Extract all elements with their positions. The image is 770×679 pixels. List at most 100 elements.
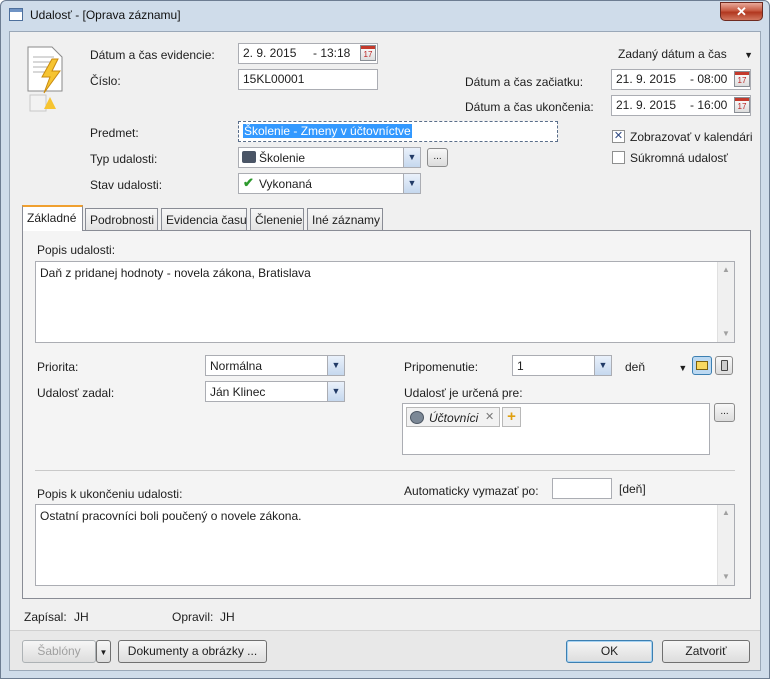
show-in-calendar-label: Zobrazovať v kalendári [630, 130, 753, 144]
recipient-name: Účtovníci [429, 411, 479, 425]
edited-by-label: Opravil: [172, 610, 214, 624]
subject-value: Školenie - Zmeny v účtovníctve [243, 124, 412, 138]
remove-icon[interactable]: ✕ [485, 410, 494, 423]
tab-podrobnosti[interactable]: Podrobnosti [85, 208, 158, 230]
evidence-date-value: 2. 9. 2015 [243, 46, 297, 60]
subject-field[interactable]: Školenie - Zmeny v účtovníctve [238, 121, 558, 142]
tab-ine-zaznamy[interactable]: Iné záznamy [307, 208, 383, 230]
event-type-browse-button[interactable]: ... [427, 148, 448, 167]
start-time-value: - 08:00 [690, 72, 728, 86]
description-textarea[interactable]: Daň z pridanej hodnoty - novela zákona, … [35, 261, 735, 343]
auto-delete-label: Automaticky vymazať po: [404, 484, 539, 498]
start-calendar-icon[interactable]: 17 [734, 71, 750, 87]
reminder-label: Pripomenutie: [404, 360, 479, 374]
auto-delete-unit: [deň] [619, 482, 646, 496]
created-by-select[interactable]: Ján Klinec ▼ [205, 381, 345, 402]
chevron-down-icon: ▼ [327, 356, 344, 375]
event-dialog-window: Udalosť - [Oprava záznamu] ✕ Dátum a čas… [0, 0, 770, 679]
description-value: Daň z pridanej hodnoty - novela zákona, … [40, 266, 311, 280]
window-icon [9, 8, 23, 21]
checkmark-icon: ✔ [243, 175, 254, 190]
show-in-calendar-checkbox[interactable]: ✕ [612, 130, 625, 143]
close-dialog-button[interactable]: Zatvoriť [662, 640, 750, 663]
ok-button[interactable]: OK [566, 640, 653, 663]
completion-description-textarea[interactable]: Ostatní pracovníci boli poučený o novele… [35, 504, 735, 586]
end-calendar-icon[interactable]: 17 [734, 97, 750, 113]
edited-by-value: JH [220, 610, 235, 624]
datetime-mode-dropdown[interactable]: Zadaný dátum a čas ▼ [618, 47, 753, 61]
start-datetime-field[interactable]: 21. 9. 2015 - 08:00 [611, 69, 751, 90]
chevron-down-icon: ▼ [678, 363, 688, 373]
priority-label: Priorita: [37, 360, 79, 374]
event-status-value: Vykonaná [259, 177, 312, 191]
close-button[interactable]: ✕ [720, 2, 763, 21]
group-icon [410, 411, 424, 424]
reminder-unit: deň [625, 360, 646, 374]
evidence-datetime-field[interactable]: 2. 9. 2015 - 13:18 [238, 43, 378, 64]
datetime-mode-label: Zadaný dátum a čas [618, 47, 727, 61]
completion-scrollbar[interactable]: ▲ ▼ [717, 505, 734, 585]
add-recipient-button[interactable]: + [502, 407, 521, 427]
scroll-down-icon[interactable]: ▼ [718, 569, 734, 585]
completion-description-value: Ostatní pracovníci boli poučený o novele… [40, 509, 302, 523]
private-event-checkbox[interactable] [612, 151, 625, 164]
event-type-value: Školenie [259, 151, 306, 165]
plus-icon: + [507, 408, 516, 425]
documents-images-button[interactable]: Dokumenty a obrázky ... [118, 640, 267, 663]
end-datetime-label: Dátum a čas ukončenia: [465, 100, 594, 114]
written-by-label: Zapísal: [24, 610, 67, 624]
created-by-label: Udalosť zadal: [37, 386, 115, 400]
end-time-value: - 16:00 [690, 98, 728, 112]
scroll-up-icon[interactable]: ▲ [718, 505, 734, 521]
templates-button[interactable]: Šablóny [22, 640, 96, 663]
reminder-value: 1 [517, 359, 524, 373]
scroll-up-icon[interactable]: ▲ [718, 262, 734, 278]
chevron-down-icon: ▼ [403, 148, 420, 167]
description-label: Popis udalosti: [37, 243, 116, 257]
number-label: Číslo: [90, 74, 121, 88]
training-icon [242, 151, 256, 163]
private-event-label: Súkromná udalosť [630, 151, 728, 165]
evidence-calendar-icon[interactable]: 17 [360, 45, 376, 61]
dialog-client-area: Dátum a čas evidencie: 2. 9. 2015 - 13:1… [9, 31, 761, 671]
chevron-down-icon: ▼ [327, 382, 344, 401]
auto-delete-field[interactable] [552, 478, 612, 499]
reminder-select[interactable]: 1 ▼ [512, 355, 612, 376]
priority-value: Normálna [210, 359, 263, 373]
priority-select[interactable]: Normálna ▼ [205, 355, 345, 376]
mobile-phone-icon [720, 360, 728, 371]
email-reminder-toggle[interactable] [692, 356, 712, 375]
recipient-chip[interactable]: Účtovníci ✕ [406, 407, 500, 427]
phone-reminder-toggle[interactable] [715, 356, 733, 375]
reminder-unit-dropdown[interactable]: deň ▼ [625, 360, 687, 374]
intended-for-list[interactable]: Účtovníci ✕ + [402, 403, 710, 455]
written-by-value: JH [74, 610, 89, 624]
section-divider [35, 470, 735, 471]
window-title: Udalosť - [Oprava záznamu] [30, 8, 181, 22]
title-bar[interactable]: Udalosť - [Oprava záznamu] ✕ [1, 1, 769, 31]
tab-zakladne[interactable]: Základné [22, 205, 83, 231]
chevron-down-icon: ▼ [594, 356, 611, 375]
tab-evidencia-casu[interactable]: Evidencia času [161, 208, 247, 230]
scroll-down-icon[interactable]: ▼ [718, 326, 734, 342]
description-scrollbar[interactable]: ▲ ▼ [717, 262, 734, 342]
intended-for-label: Udalosť je určená pre: [404, 386, 523, 400]
start-date-value: 21. 9. 2015 [616, 72, 677, 86]
event-status-select[interactable]: ✔ Vykonaná ▼ [238, 173, 421, 194]
tab-panel-zakladne: Popis udalosti: Daň z pridanej hodnoty -… [22, 230, 751, 599]
end-datetime-field[interactable]: 21. 9. 2015 - 16:00 [611, 95, 751, 116]
chevron-down-icon: ▼ [403, 174, 420, 193]
event-type-label: Typ udalosti: [90, 152, 158, 166]
tab-clenenie[interactable]: Členenie [250, 208, 304, 230]
chevron-down-icon: ▼ [99, 648, 108, 657]
completion-description-label: Popis k ukončeniu udalosti: [37, 487, 183, 501]
templates-dropdown-button[interactable]: ▼ [96, 640, 111, 663]
event-type-select[interactable]: Školenie ▼ [238, 147, 421, 168]
created-by-value: Ján Klinec [210, 385, 266, 399]
start-datetime-label: Dátum a čas začiatku: [465, 75, 584, 89]
evidence-time-value: - 13:18 [313, 46, 351, 60]
envelope-icon [696, 361, 708, 370]
intended-for-browse-button[interactable]: ... [714, 403, 735, 422]
number-field[interactable]: 15KL00001 [238, 69, 378, 90]
event-status-label: Stav udalosti: [90, 178, 163, 192]
